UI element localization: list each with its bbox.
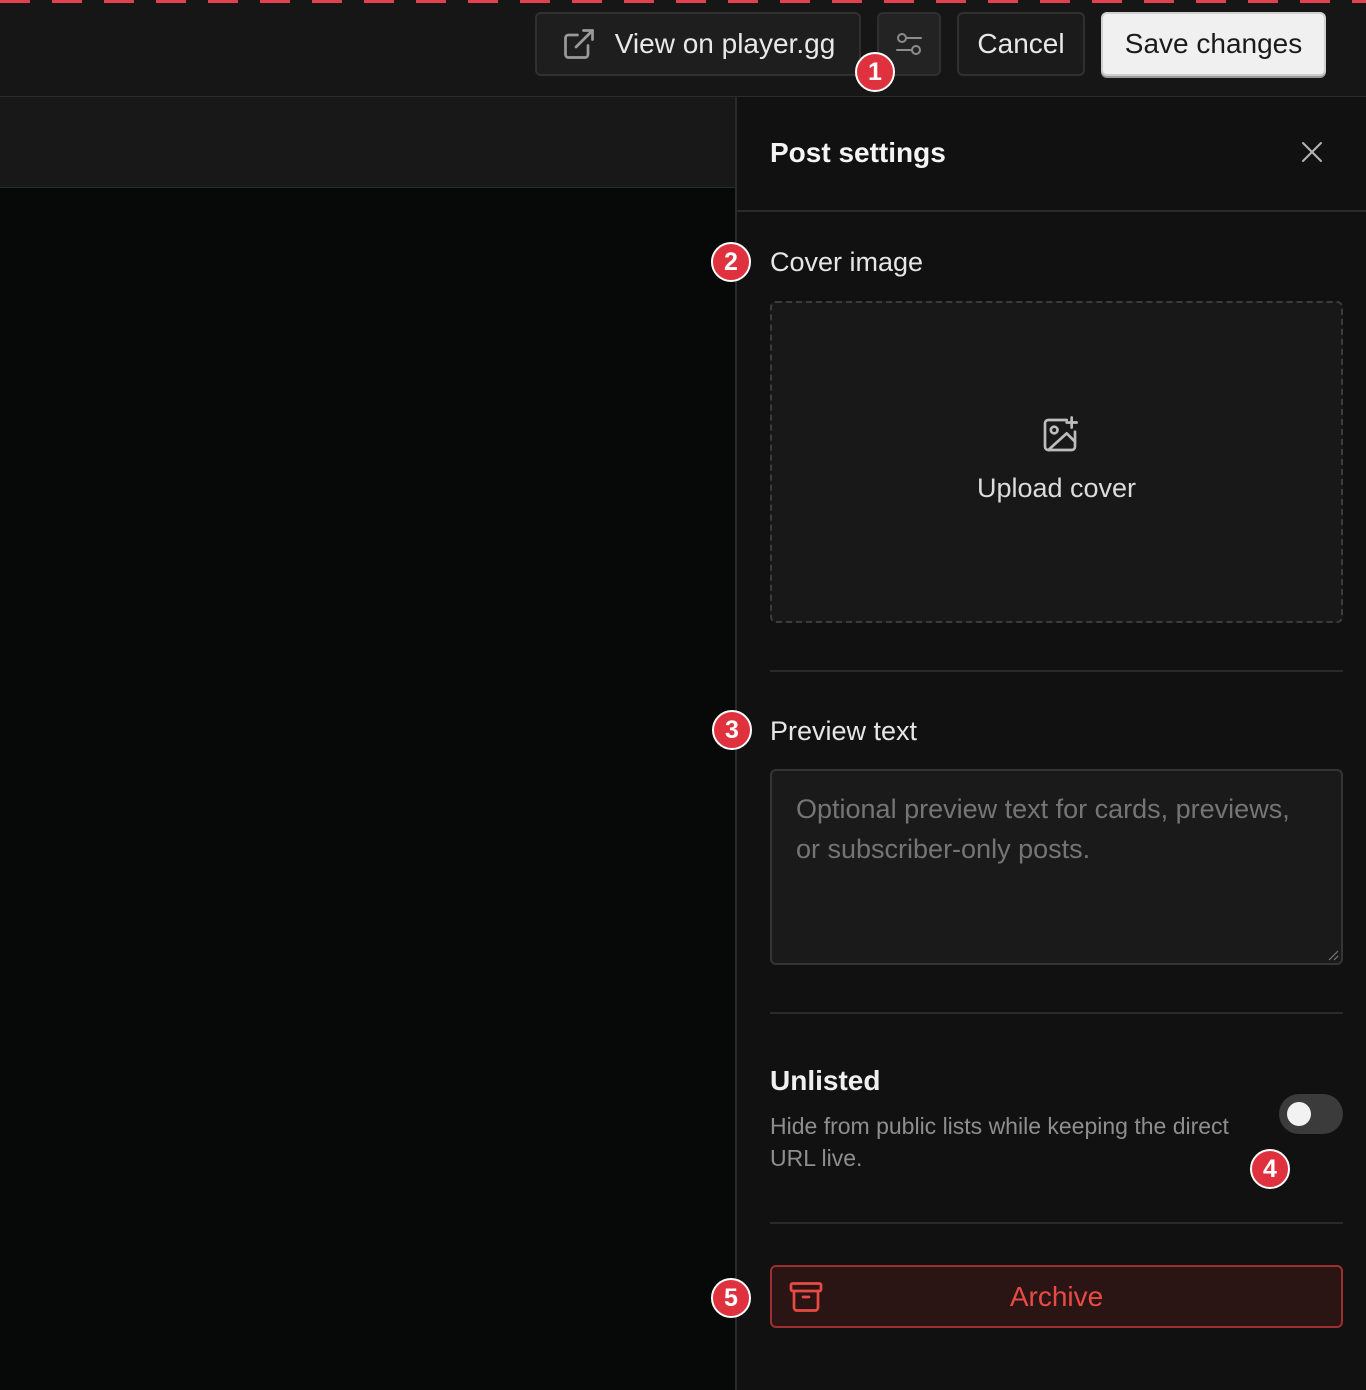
toggle-knob — [1287, 1102, 1311, 1126]
cancel-button[interactable]: Cancel — [957, 12, 1085, 76]
annotation-marker: 5 — [711, 1278, 751, 1318]
archive-label: Archive — [1009, 1280, 1104, 1312]
panel-header-divider — [737, 210, 1366, 212]
archive-button[interactable]: Archive — [770, 1265, 1343, 1328]
external-link-icon — [563, 29, 594, 59]
close-icon — [1302, 142, 1322, 162]
panel-title: Post settings — [770, 137, 946, 168]
close-panel-button[interactable] — [1295, 135, 1329, 169]
upload-cover-label: Upload cover — [976, 473, 1137, 503]
resize-grip-icon[interactable] — [1327, 949, 1339, 961]
preview-text-label: Preview text — [770, 716, 918, 746]
sliders-icon — [896, 33, 922, 55]
unlisted-title: Unlisted — [770, 1065, 881, 1096]
section-divider — [770, 1012, 1343, 1014]
image-plus-icon — [1043, 416, 1078, 452]
editor-canvas — [0, 188, 735, 1390]
annotation-marker: 3 — [712, 710, 752, 750]
save-changes-button[interactable]: Save changes — [1101, 12, 1326, 76]
section-divider — [770, 670, 1343, 672]
section-divider — [770, 1222, 1343, 1224]
dashed-accent-strip — [0, 0, 1366, 3]
unlisted-toggle[interactable] — [1279, 1094, 1343, 1134]
cover-image-label: Cover image — [770, 247, 924, 277]
view-on-site-label: View on player.gg — [614, 28, 836, 59]
annotation-marker: 1 — [855, 52, 895, 92]
post-settings-panel: Post settings Cover image Upload cover P… — [735, 97, 1366, 1390]
preview-text-input[interactable] — [770, 769, 1343, 965]
top-bar: View on player.gg Cancel Save changes — [0, 0, 1366, 97]
upload-cover-dropzone[interactable]: Upload cover — [770, 301, 1343, 623]
editor-header-area — [0, 97, 735, 188]
archive-icon — [789, 1282, 823, 1312]
annotation-marker: 2 — [711, 242, 751, 282]
view-on-site-button[interactable]: View on player.gg — [535, 12, 861, 76]
unlisted-description: Hide from public lists while keeping the… — [770, 1113, 1229, 1171]
annotation-marker: 4 — [1250, 1149, 1290, 1189]
